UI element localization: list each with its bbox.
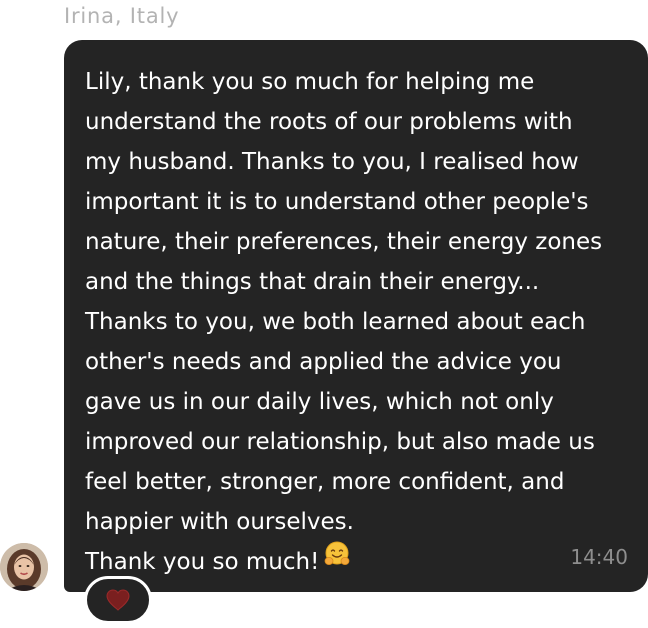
message-bubble[interactable]: Lily, thank you so much for helping me u… [64, 40, 648, 592]
avatar-image [0, 543, 48, 591]
message-timestamp: 14:40 [570, 545, 628, 569]
message-text: Lily, thank you so much for helping me u… [85, 62, 633, 583]
heart-reaction[interactable] [84, 576, 152, 624]
heart-icon [106, 589, 130, 611]
sender-avatar[interactable] [0, 543, 48, 591]
message-text-content: Lily, thank you so much for helping me u… [85, 69, 603, 575]
hugging-face-emoji-icon [323, 540, 351, 581]
sender-name: Irina, Italy [64, 4, 180, 28]
